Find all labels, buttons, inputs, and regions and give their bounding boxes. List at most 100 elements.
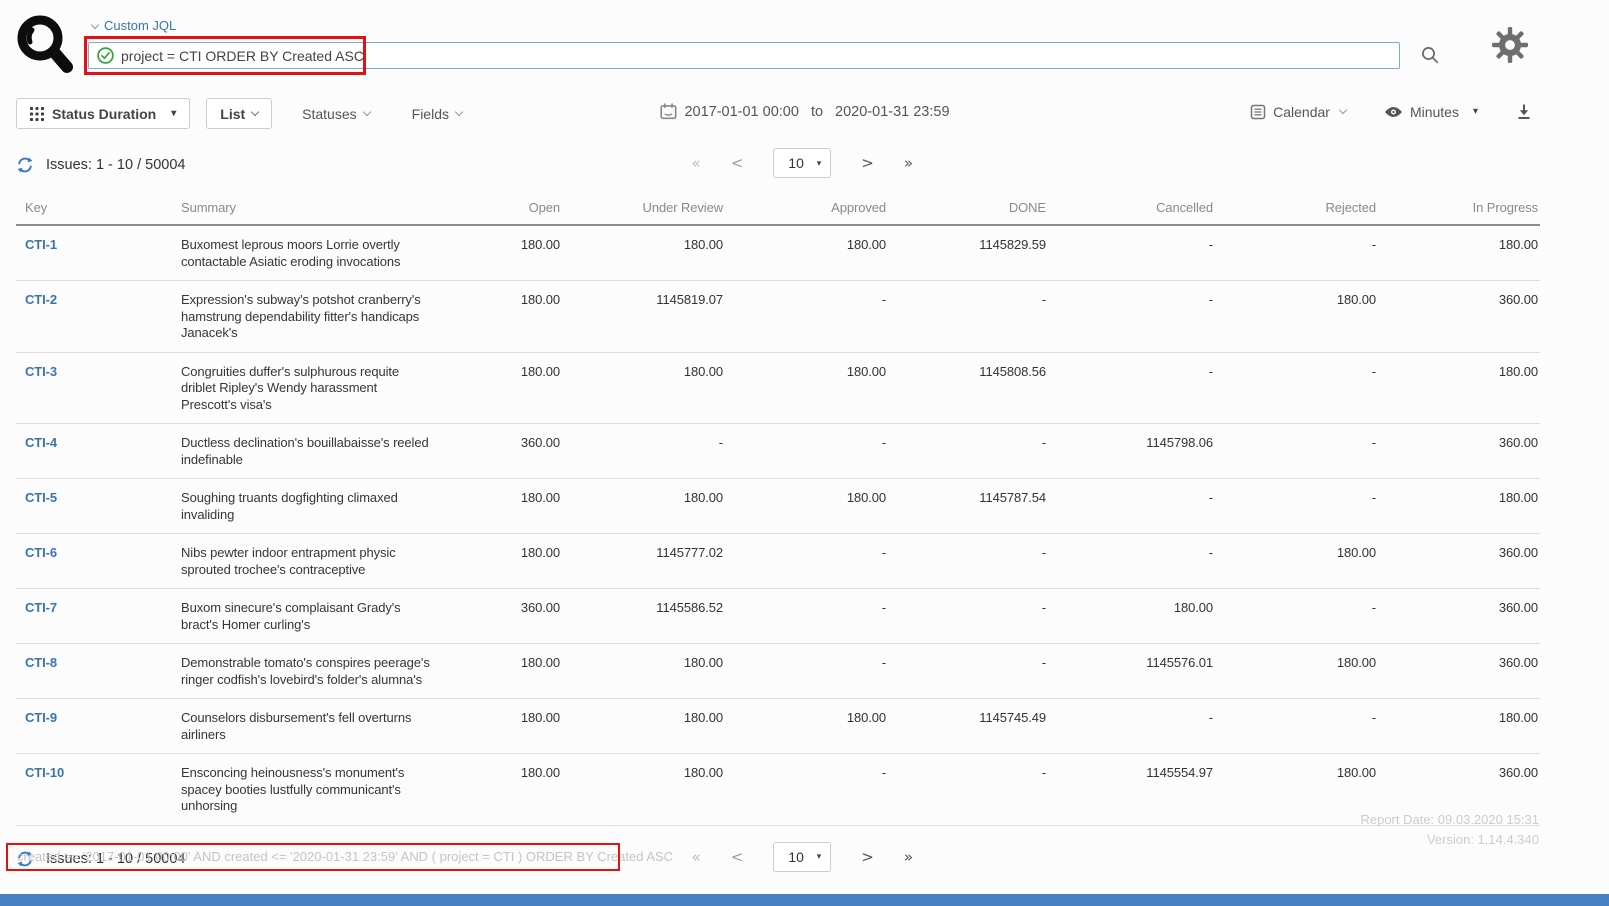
calendar-label: Calendar	[1273, 104, 1330, 120]
column-header-approved[interactable]: Approved	[725, 192, 888, 225]
next-page-button[interactable]: >	[861, 848, 874, 866]
fields-label: Fields	[412, 106, 449, 122]
issues-table: Key Summary Open Under Review Approved D…	[16, 192, 1540, 826]
cell-open: 180.00	[474, 352, 562, 424]
report-meta: Report Date: 09.03.2020 15:31 Version: 1…	[1360, 810, 1539, 850]
cell-cancelled: 180.00	[1048, 589, 1215, 644]
cell-done: 1145787.54	[888, 479, 1048, 534]
calendar-view-dropdown[interactable]: Calendar	[1250, 104, 1346, 120]
cell-under-review: 1145586.52	[562, 589, 725, 644]
first-page-button[interactable]: «	[692, 154, 701, 172]
view-dropdown[interactable]: List	[206, 98, 272, 129]
jql-summary-text: created >= '2017-01-01 00:00' AND create…	[17, 849, 673, 864]
custom-jql-toggle[interactable]: Custom JQL	[92, 18, 176, 33]
issue-key-link[interactable]: CTI-9	[25, 710, 57, 725]
column-header-rejected[interactable]: Rejected	[1215, 192, 1378, 225]
table-row: CTI-2 Expression's subway's potshot cran…	[16, 281, 1540, 353]
cell-done: -	[888, 754, 1048, 826]
issue-key-link[interactable]: CTI-5	[25, 490, 57, 505]
page-size-value: 10	[788, 155, 804, 171]
calendar-list-icon	[1250, 104, 1266, 120]
bottom-blue-bar	[0, 894, 1609, 906]
issues-count-label: Issues: 1 - 10 / 50004	[46, 157, 185, 173]
search-button[interactable]	[1417, 42, 1443, 73]
column-header-done[interactable]: DONE	[888, 192, 1048, 225]
issue-key-link[interactable]: CTI-8	[25, 655, 57, 670]
units-dropdown[interactable]: Minutes ▾	[1384, 104, 1478, 120]
cell-rejected: 180.00	[1215, 754, 1378, 826]
chevron-down-icon	[91, 20, 99, 28]
statuses-dropdown[interactable]: Statuses	[302, 106, 369, 122]
column-header-in-progress[interactable]: In Progress	[1378, 192, 1540, 225]
prev-page-button[interactable]: <	[731, 154, 744, 172]
prev-page-button[interactable]: <	[731, 848, 744, 866]
issue-key-link[interactable]: CTI-10	[25, 765, 64, 780]
last-page-button[interactable]: »	[904, 154, 913, 172]
cell-done: 1145829.59	[888, 225, 1048, 281]
cell-in-progress: 180.00	[1378, 352, 1540, 424]
cell-approved: 180.00	[725, 699, 888, 754]
date-separator: to	[811, 104, 823, 120]
cell-under-review: 180.00	[562, 699, 725, 754]
cell-cancelled: -	[1048, 225, 1215, 281]
cell-approved: -	[725, 424, 888, 479]
cell-rejected: 180.00	[1215, 534, 1378, 589]
cell-under-review: 180.00	[562, 479, 725, 534]
issue-summary: Ensconcing heinousness's monument's spac…	[181, 765, 436, 815]
refresh-icon[interactable]	[16, 156, 34, 174]
next-page-button[interactable]: >	[861, 154, 874, 172]
column-header-summary[interactable]: Summary	[179, 192, 474, 225]
chevron-down-icon	[251, 108, 259, 116]
custom-jql-label: Custom JQL	[104, 18, 176, 33]
date-to: 2020-01-31 23:59	[835, 104, 950, 120]
cell-done: -	[888, 589, 1048, 644]
export-download-button[interactable]	[1516, 103, 1532, 120]
cell-approved: 180.00	[725, 479, 888, 534]
issue-key-link[interactable]: CTI-4	[25, 435, 57, 450]
page-size-select[interactable]: 10 ▾	[773, 148, 831, 178]
grid-icon	[30, 107, 44, 121]
cell-in-progress: 360.00	[1378, 424, 1540, 479]
cell-done: 1145808.56	[888, 352, 1048, 424]
app-logo-magnifier-icon	[13, 11, 79, 84]
first-page-button[interactable]: «	[692, 848, 701, 866]
table-header-row: Key Summary Open Under Review Approved D…	[16, 192, 1540, 225]
issue-key-link[interactable]: CTI-3	[25, 364, 57, 379]
report-type-label: Status Duration	[52, 106, 156, 122]
page-size-value: 10	[788, 849, 804, 865]
issue-key-link[interactable]: CTI-7	[25, 600, 57, 615]
cell-under-review: -	[562, 424, 725, 479]
date-from: 2017-01-01 00:00	[684, 104, 799, 120]
cell-open: 180.00	[474, 479, 562, 534]
cell-done: -	[888, 644, 1048, 699]
fields-dropdown[interactable]: Fields	[412, 106, 462, 122]
results-bar-top: Issues: 1 - 10 / 50004 « < 10 ▾ > »	[0, 146, 1609, 192]
page-size-select[interactable]: 10 ▾	[773, 842, 831, 872]
issue-key-link[interactable]: CTI-6	[25, 545, 57, 560]
settings-gear-icon[interactable]	[1491, 26, 1529, 69]
cell-cancelled: 1145798.06	[1048, 424, 1215, 479]
cell-done: 1145745.49	[888, 699, 1048, 754]
cell-cancelled: -	[1048, 479, 1215, 534]
column-header-cancelled[interactable]: Cancelled	[1048, 192, 1215, 225]
table-row: CTI-10 Ensconcing heinousness's monument…	[16, 754, 1540, 826]
report-type-dropdown[interactable]: Status Duration ▾	[16, 98, 190, 129]
cell-cancelled: 1145554.97	[1048, 754, 1215, 826]
cell-rejected: -	[1215, 479, 1378, 534]
last-page-button[interactable]: »	[904, 848, 913, 866]
cell-in-progress: 360.00	[1378, 644, 1540, 699]
column-header-under-review[interactable]: Under Review	[562, 192, 725, 225]
issue-key-link[interactable]: CTI-2	[25, 292, 57, 307]
cell-under-review: 180.00	[562, 225, 725, 281]
jql-query-input[interactable]: project = CTI ORDER BY Created ASC	[88, 42, 1400, 69]
issue-key-link[interactable]: CTI-1	[25, 237, 57, 252]
column-header-open[interactable]: Open	[474, 192, 562, 225]
cell-cancelled: -	[1048, 699, 1215, 754]
cell-approved: -	[725, 281, 888, 353]
table-row: CTI-6 Nibs pewter indoor entrapment phys…	[16, 534, 1540, 589]
column-header-key[interactable]: Key	[16, 192, 179, 225]
date-range-picker[interactable]: 2017-01-01 00:00 to 2020-01-31 23:59	[659, 103, 949, 120]
cell-open: 360.00	[474, 589, 562, 644]
cell-rejected: -	[1215, 589, 1378, 644]
cell-in-progress: 180.00	[1378, 699, 1540, 754]
